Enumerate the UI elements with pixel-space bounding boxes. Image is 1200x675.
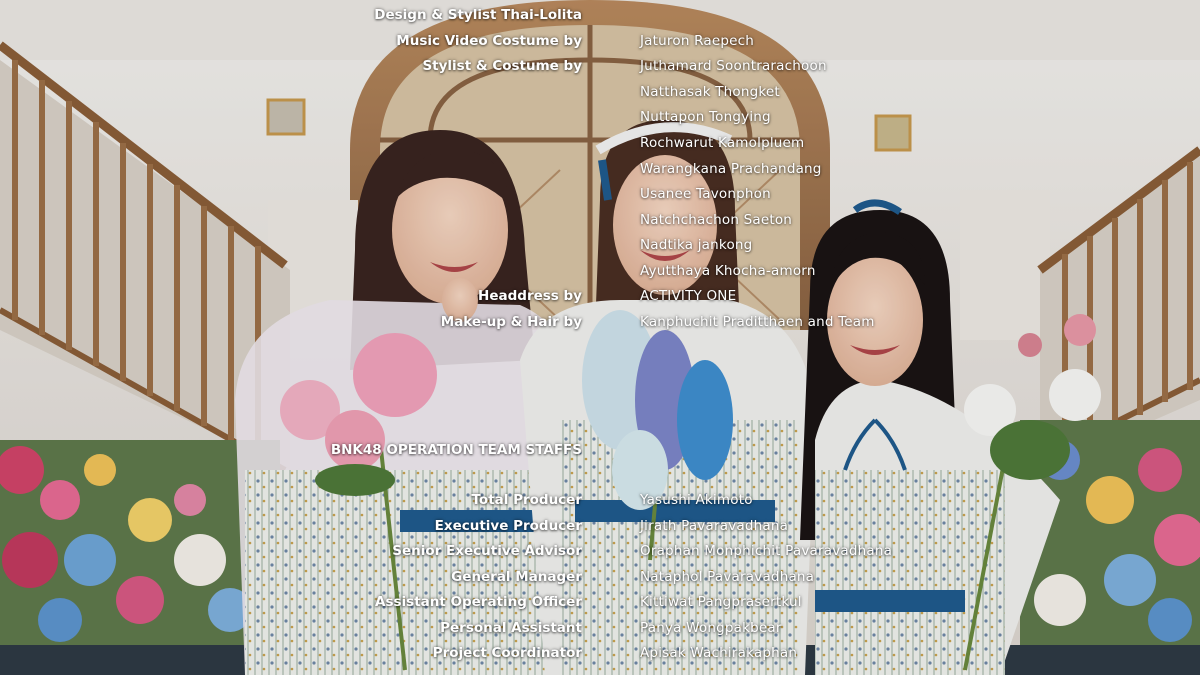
credit-role: General Manager [451,569,582,585]
credit-name: Juthamard Soontrarachoon [640,58,827,74]
credit-name: Nadtika jankong [640,237,753,253]
credit-name: Warangkana Prachandang [640,161,822,177]
credit-name: Usanee Tavonphon [640,186,771,202]
credit-name: Rochwarut Kamolpluem [640,135,805,151]
credit-name: Oraphan Monphichit Pavaravadhana [640,543,893,559]
music-video-frame [0,0,1200,675]
section-heading: BNK48 OPERATION TEAM STAFFS [330,442,582,458]
credit-name: Apisak Wachirakaphan [640,645,798,661]
credit-role: Stylist & Costume by [422,58,582,74]
credit-name: Nataphol Pavaravadhana [640,569,815,585]
credit-name: Natchchachon Saeton [640,212,793,228]
credit-name: Nuttapon Tongying [640,109,771,125]
credit-role: Senior Executive Advisor [392,543,582,559]
credit-name: Panya Wongpakbear [640,620,782,636]
credit-role: Total Producer [471,492,583,508]
credit-name: Natthasak Thongket [640,84,780,100]
credit-name: Jaturon Raepech [640,33,754,49]
credit-role: Project Coordinator [432,645,582,661]
credit-role: Executive Producer [434,518,582,534]
credit-role: Design & Stylist Thai-Lolita [374,7,582,23]
credit-name: Kanphuchit Praditthaen and Team [640,314,875,330]
credit-name: ACTIVITY ONE [640,288,737,304]
credit-role: Make-up & Hair by [440,314,582,330]
credit-role: Personal Assistant [440,620,582,636]
credit-name: Ayutthaya Khocha-amorn [640,263,816,279]
credit-role: Music Video Costume by [396,33,582,49]
credit-name: Kittiwat Pangprasertkul [640,594,802,610]
credit-name: Yasushi Akimoto [640,492,753,508]
credit-name: Jirath Pavaravadhana [640,518,789,534]
credit-role: Headdress by [478,288,582,304]
credit-role: Assistant Operating Officer [375,594,582,610]
